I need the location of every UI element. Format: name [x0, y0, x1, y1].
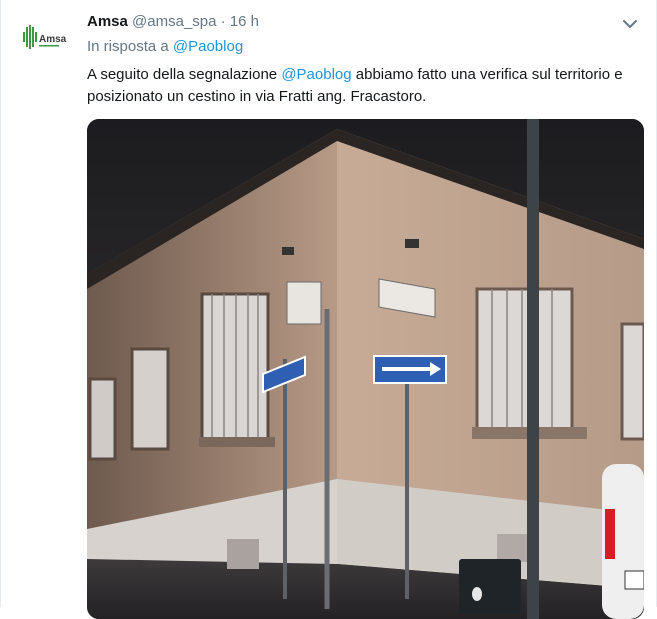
tweet-header: Amsa @amsa_spa · 16 h: [87, 12, 616, 32]
author-name[interactable]: Amsa: [87, 13, 128, 30]
amsa-logo-icon: Amsa: [23, 25, 67, 49]
tweet-text: A seguito della segnalazione @Paoblog ab…: [87, 64, 647, 108]
separator: ·: [220, 13, 226, 30]
reply-to-mention[interactable]: @Paoblog: [173, 38, 243, 55]
tweet-card[interactable]: Amsa Amsa @amsa_spa · 16 h In risposta a…: [0, 0, 657, 619]
avatar[interactable]: Amsa: [15, 16, 67, 68]
timestamp[interactable]: 16 h: [230, 13, 259, 30]
tweet-text-start: A seguito della segnalazione: [87, 66, 282, 83]
chevron-down-icon[interactable]: [620, 14, 640, 34]
avatar-logo-text: Amsa: [39, 34, 67, 45]
reply-prefix: In risposta a: [87, 38, 169, 55]
tweet-mention[interactable]: @Paoblog: [281, 66, 351, 83]
tweet-photo[interactable]: [87, 119, 644, 619]
author-handle[interactable]: @amsa_spa: [132, 13, 216, 30]
reply-context: In risposta a @Paoblog: [87, 37, 243, 57]
